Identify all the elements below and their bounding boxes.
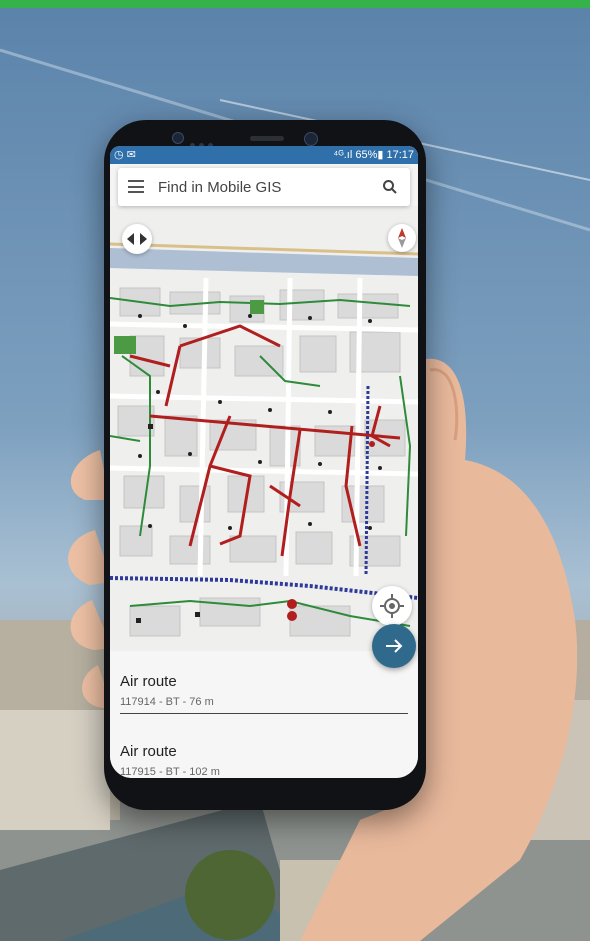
hamburger-menu-icon[interactable] [128, 180, 144, 193]
app-screen: ◷ ✉ ⁴ᴳ.ıl 65%▮ 17:17 Find in Mobile GIS … [110, 146, 418, 778]
pan-arrows-icon [127, 233, 147, 245]
compass-icon [398, 228, 406, 248]
map-node [287, 599, 297, 609]
arrow-right-icon [386, 639, 403, 653]
navigate-button[interactable] [372, 624, 416, 668]
pan-button[interactable] [122, 224, 152, 254]
sensor-icon [172, 132, 184, 144]
result-subtitle: 117914 - BT - 76 m [120, 696, 214, 708]
map-node [287, 611, 297, 621]
search-icon[interactable] [382, 179, 398, 195]
my-location-icon [380, 594, 404, 618]
status-text: ⁴ᴳ.ıl 65%▮ 17:17 [333, 149, 414, 161]
front-camera-icon [304, 132, 318, 146]
results-sheet: Air route 117914 - BT - 76 m Air route 1… [110, 651, 418, 778]
search-bar[interactable]: Find in Mobile GIS [118, 168, 410, 206]
notification-icons: ◷ ✉ [114, 149, 136, 161]
earpiece-speaker [250, 136, 284, 141]
green-area [250, 300, 264, 314]
map-view[interactable] [110, 206, 418, 651]
search-input[interactable]: Find in Mobile GIS [158, 179, 281, 196]
locate-button[interactable] [372, 586, 412, 626]
result-title: Air route [120, 743, 177, 760]
map-canvas[interactable] [110, 206, 418, 651]
list-item[interactable]: Air route 117914 - BT - 76 m [120, 673, 410, 708]
result-title: Air route [120, 673, 177, 690]
status-bar: ◷ ✉ ⁴ᴳ.ıl 65%▮ 17:17 [110, 146, 418, 164]
result-subtitle: 117915 - BT - 102 m [120, 766, 220, 778]
sensor-dots [190, 135, 220, 148]
list-item[interactable]: Air route 117915 - BT - 102 m [120, 743, 410, 778]
list-divider [120, 713, 408, 714]
smartphone: ◷ ✉ ⁴ᴳ.ıl 65%▮ 17:17 Find in Mobile GIS … [104, 120, 426, 810]
compass-button[interactable] [388, 224, 416, 252]
map-node [369, 441, 375, 447]
green-area [114, 336, 136, 354]
